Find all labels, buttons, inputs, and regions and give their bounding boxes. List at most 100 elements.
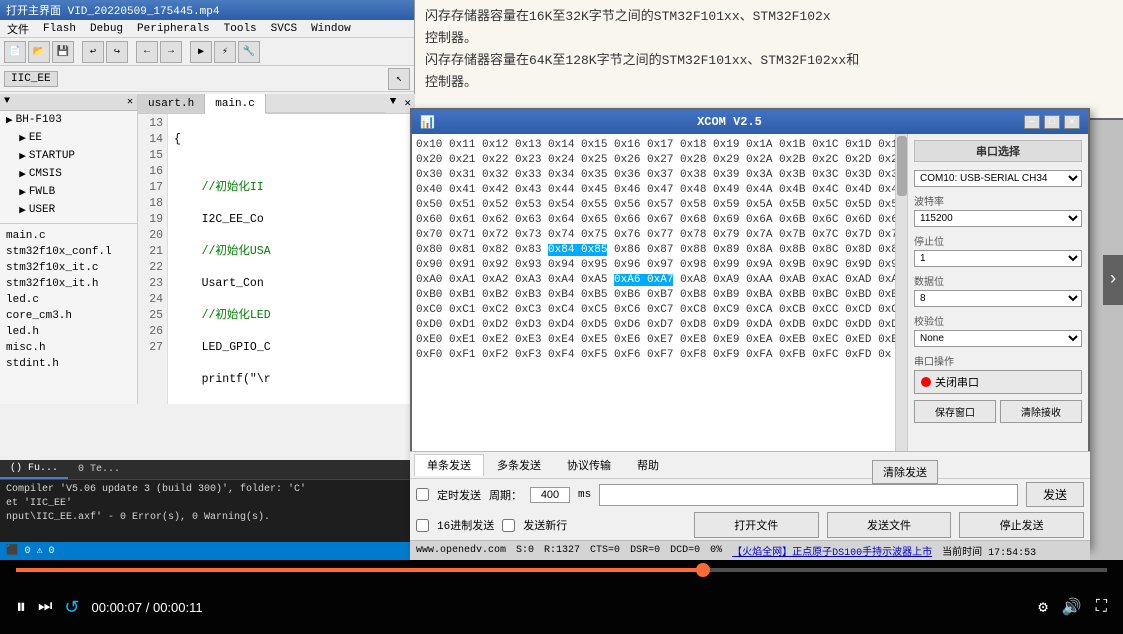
tree-item-user[interactable]: ▶ USER	[0, 201, 137, 219]
stop-send-btn[interactable]: 停止发送	[959, 512, 1084, 538]
file-core-cm3[interactable]: core_cm3.h	[0, 308, 137, 324]
chevron-right-btn[interactable]: ›	[1103, 255, 1123, 305]
file-stm32-it-c[interactable]: stm32f10x_it.c	[0, 260, 137, 276]
menu-peripherals[interactable]: Peripherals	[134, 23, 213, 35]
toolbar-debug[interactable]: 🔧	[238, 41, 260, 63]
file-main-c[interactable]: main.c	[0, 228, 137, 244]
toolbar-back[interactable]: ←	[136, 41, 158, 63]
xcom-dsr: DSR=0	[630, 545, 660, 556]
menu-debug[interactable]: Debug	[87, 23, 126, 35]
time-separator: /	[146, 600, 153, 615]
iic-ee-label[interactable]: IIC_EE	[4, 71, 58, 87]
tab-main-c[interactable]: main.c	[205, 94, 266, 114]
loop-btn[interactable]: ↺	[64, 597, 79, 618]
send-file-btn[interactable]: 发送文件	[827, 512, 952, 538]
toolbar-cursor[interactable]: ↖	[388, 68, 410, 90]
xcom-title-bar: 📊 XCOM V2.5 ─ □ ✕	[412, 110, 1088, 134]
clear-receive-btn[interactable]: 清除接收	[1000, 400, 1082, 423]
xcom-tab-protocol[interactable]: 协议传输	[554, 454, 624, 476]
xcom-minimize-btn[interactable]: ─	[1024, 115, 1040, 129]
tree-item-ee[interactable]: ▶ EE	[0, 129, 137, 147]
play-pause-icon: ⏸	[16, 596, 26, 619]
clear-send-area: 清除发送	[872, 460, 938, 484]
file-led-c[interactable]: led.c	[0, 292, 137, 308]
file-stdint[interactable]: stdint.h	[0, 356, 137, 372]
settings-icon[interactable]: ⚙	[1038, 597, 1048, 617]
tab-close[interactable]: ▼	[386, 94, 401, 113]
xcom-close-btn[interactable]: ✕	[1064, 115, 1080, 129]
baud-label: 波特率	[914, 193, 1082, 209]
ide-title: 打开主界面 VID_20220509_175445.mp4	[6, 2, 219, 18]
file-misc-h[interactable]: misc.h	[0, 340, 137, 356]
xcom-restore-btn[interactable]: □	[1044, 115, 1060, 129]
send-input-field[interactable]	[599, 484, 1018, 506]
period-input[interactable]	[530, 487, 570, 503]
menu-file[interactable]: 文件	[4, 21, 32, 37]
bottom-status: ⬛ 0 ⚠ 0	[0, 542, 415, 560]
toolbar-open[interactable]: 📂	[28, 41, 50, 63]
xcom-promo-link[interactable]: 【火焰全网】正点原子DS100手持示波器上市	[732, 543, 932, 559]
tree-item-startup[interactable]: ▶ STARTUP	[0, 147, 137, 165]
file-stm32-conf[interactable]: stm32f10x_conf.l	[0, 244, 137, 260]
code-content[interactable]: { //初始化II I2C_EE_Co //初始化USA Usart_Con /…	[168, 114, 415, 404]
data-select[interactable]: 8	[914, 290, 1082, 307]
toolbar-rebuild[interactable]: ⚡	[214, 41, 236, 63]
xcom-tab-single[interactable]: 单条发送	[414, 454, 484, 476]
open-file-btn[interactable]: 打开文件	[694, 512, 819, 538]
bottom-tab-te[interactable]: 0 Te...	[68, 460, 130, 479]
hex-send-checkbox[interactable]	[416, 519, 429, 532]
save-window-btn[interactable]: 保存窗口	[914, 400, 996, 423]
xcom-url: www.openedv.com	[416, 545, 506, 556]
tree-item-bhf103[interactable]: ▶ BH-F103	[0, 111, 137, 129]
toolbar-build[interactable]: ▶	[190, 41, 212, 63]
tree-item-fwlb[interactable]: ▶ FWLB	[0, 183, 137, 201]
file-led-h[interactable]: led.h	[0, 324, 137, 340]
save-clear-row: 保存窗口 清除接收	[914, 400, 1082, 423]
progress-thumb[interactable]	[696, 563, 710, 577]
baud-select[interactable]: 115200	[914, 210, 1082, 227]
volume-icon[interactable]: 🔊	[1062, 597, 1082, 617]
data-bits-row: 数据位 8	[914, 273, 1082, 307]
open-files-section: main.c stm32f10x_conf.l stm32f10x_it.c s…	[0, 223, 137, 372]
progress-bar[interactable]	[16, 568, 1107, 572]
toolbar-forward[interactable]: →	[160, 41, 182, 63]
menu-flash[interactable]: Flash	[40, 23, 79, 35]
timer-checkbox[interactable]	[416, 488, 429, 501]
xcom-tab-help[interactable]: 帮助	[624, 454, 672, 476]
operation-row: 串口操作 关闭串口	[914, 353, 1082, 394]
video-content: 闪存存储器容量在16K至32K字节之间的STM32F101xx、STM32F10…	[0, 0, 1123, 560]
menu-svcs[interactable]: SVCS	[268, 23, 300, 35]
panel-header: ▼ ✕	[0, 94, 137, 111]
fullscreen-icon[interactable]: ⛶	[1096, 598, 1107, 616]
toolbar-undo[interactable]: ↩	[82, 41, 104, 63]
info-area: 闪存存储器容量在16K至32K字节之间的STM32F101xx、STM32F10…	[415, 0, 1123, 120]
toolbar-redo[interactable]: ↪	[106, 41, 128, 63]
code-area: 13141516 17181920 21222324 252627 { //初始…	[138, 114, 415, 404]
close-port-btn[interactable]: 关闭串口	[914, 370, 1082, 394]
toolbar-new[interactable]: 📄	[4, 41, 26, 63]
file-stm32-it-h[interactable]: stm32f10x_it.h	[0, 276, 137, 292]
play-pause-btn[interactable]: ⏸	[16, 596, 26, 619]
menu-tools[interactable]: Tools	[221, 23, 260, 35]
time-display: 00:00:07 / 00:00:11	[92, 600, 203, 615]
scroll-thumb[interactable]	[897, 136, 907, 196]
toolbar-save[interactable]: 💾	[52, 41, 74, 63]
xcom-cts: CTS=0	[590, 545, 620, 556]
menu-window[interactable]: Window	[308, 23, 354, 35]
step-forward-btn[interactable]: ⏭	[38, 598, 52, 616]
bottom-tab-fu[interactable]: () Fu...	[0, 460, 68, 479]
send-btn[interactable]: 发送	[1026, 482, 1084, 507]
xcom-percent: 0%	[710, 545, 722, 556]
tab-usart-h[interactable]: usart.h	[138, 94, 205, 113]
step-forward-icon: ⏭	[38, 598, 52, 616]
parity-select[interactable]: None	[914, 330, 1082, 347]
stop-select[interactable]: 1	[914, 250, 1082, 267]
xcom-tab-multi[interactable]: 多条发送	[484, 454, 554, 476]
xcom-title-icon: 📊	[420, 115, 435, 130]
tree-item-cmsis[interactable]: ▶ CMSIS	[0, 165, 137, 183]
clear-send-standalone-btn[interactable]: 清除发送	[872, 460, 938, 484]
xcom-input-controls: 定时发送 周期： ms 发送	[410, 479, 1090, 510]
port-select[interactable]: COM10: USB-SERIAL CH34	[914, 170, 1082, 187]
newline-checkbox[interactable]	[502, 519, 515, 532]
data-label: 数据位	[914, 273, 1082, 289]
